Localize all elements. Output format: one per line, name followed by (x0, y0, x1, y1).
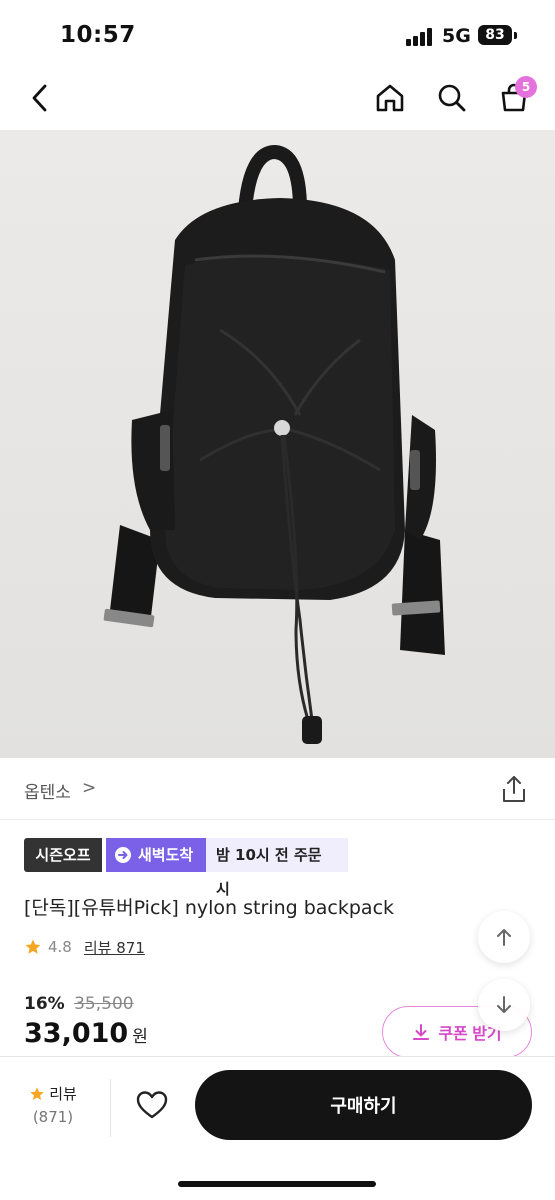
price-row: 33,010 원 (24, 1018, 148, 1049)
status-time: 10:57 (60, 22, 136, 48)
back-icon[interactable] (20, 78, 60, 118)
order-deadline-badge: 밤 10시 전 주문 시 (206, 838, 348, 898)
battery-tip (514, 32, 517, 39)
brand-name[interactable]: 옵텐소 (24, 778, 71, 803)
dawn-delivery-label: 새벽도착 (138, 846, 194, 864)
like-button[interactable] (134, 1087, 170, 1123)
buy-button[interactable]: 구매하기 (195, 1070, 532, 1140)
star-icon (25, 939, 41, 954)
rating-row: 4.8 리뷰 871 (24, 935, 145, 959)
discount-row: 16% 35,500 (24, 994, 134, 1014)
bottom-action-bar: 리뷰 (871) 구매하기 (0, 1056, 555, 1200)
review-count: (871) (32, 1108, 74, 1126)
dawn-delivery-icon (115, 847, 131, 863)
search-icon[interactable] (432, 78, 472, 118)
scroll-top-button[interactable] (478, 911, 530, 963)
review-summary[interactable]: 리뷰 (871) (20, 1083, 86, 1126)
backpack-illustration (0, 130, 555, 758)
brand-row[interactable]: 옵텐소 > (0, 758, 555, 820)
share-icon[interactable] (500, 774, 528, 804)
product-title: [단독][유튜버Pick] nylon string backpack (24, 897, 395, 919)
cart-count-badge: 5 (515, 76, 537, 98)
currency-label: 원 (132, 1027, 148, 1047)
original-price: 35,500 (74, 994, 134, 1014)
discount-rate: 16% (24, 994, 65, 1014)
dawn-delivery-badge: 새벽도착 (106, 838, 206, 872)
sale-price: 33,010 (24, 1018, 129, 1049)
battery-icon: 83 (478, 25, 512, 45)
arrow-down-icon (497, 996, 511, 1013)
signal-icon (406, 28, 436, 46)
status-bar: 10:57 5G 83 (0, 0, 555, 68)
network-label: 5G (442, 25, 471, 47)
home-indicator (178, 1181, 376, 1187)
review-label: 리뷰 (49, 1085, 77, 1103)
star-icon (30, 1086, 44, 1100)
brand-chevron-icon: > (82, 778, 97, 798)
product-badges: 시즌오프 새벽도착 밤 10시 전 주문 시 (24, 838, 348, 898)
review-link[interactable]: 리뷰 871 (84, 937, 145, 958)
product-image[interactable] (0, 130, 555, 758)
heart-icon (136, 1091, 168, 1119)
season-off-badge: 시즌오프 (24, 838, 102, 872)
arrow-up-icon (497, 929, 511, 946)
divider (110, 1079, 111, 1137)
download-icon (413, 1024, 430, 1040)
scroll-bottom-button[interactable] (478, 979, 530, 1031)
top-nav (0, 68, 555, 130)
rating-value: 4.8 (48, 938, 72, 956)
home-icon[interactable] (370, 78, 410, 118)
